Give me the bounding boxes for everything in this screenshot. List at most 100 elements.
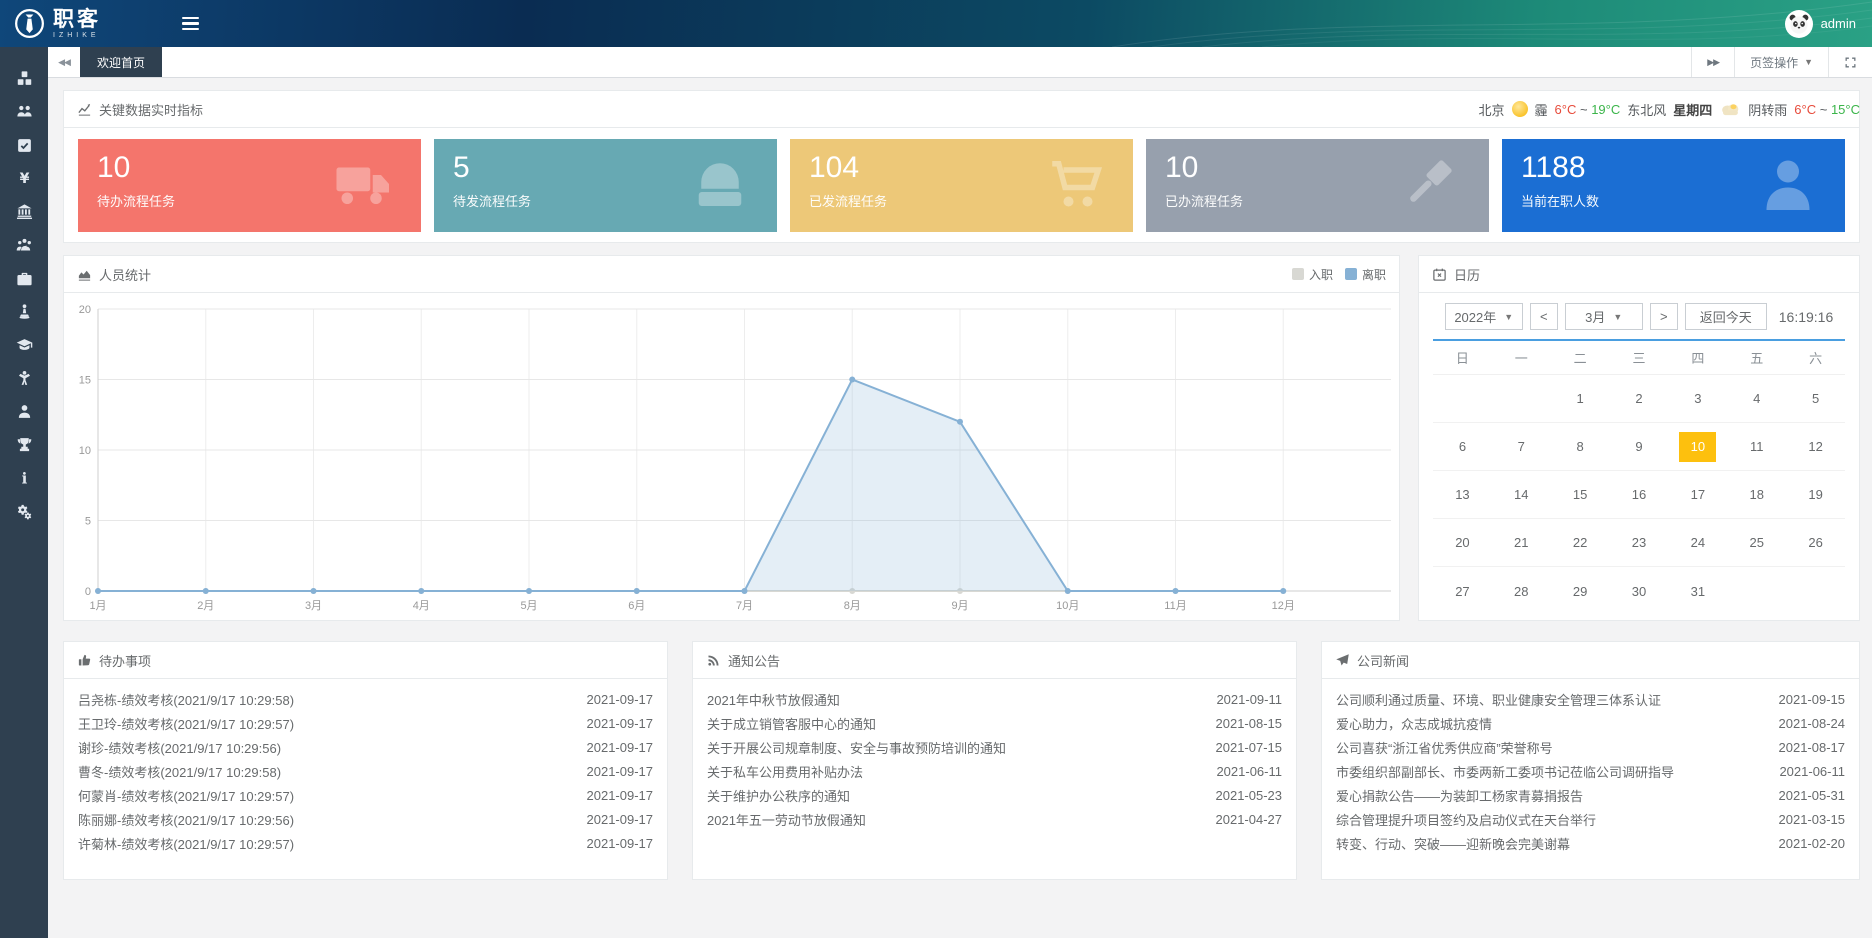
calendar-date-cell[interactable]: 30 [1610,567,1669,615]
tab-operations-dropdown[interactable]: 页签操作 ▼ [1734,47,1828,77]
briefcase-icon[interactable] [0,262,48,295]
list-item[interactable]: 曹冬-绩效考核(2021/9/17 10:29:58)2021-09-17 [78,759,653,783]
fullscreen-button[interactable] [1828,47,1872,77]
tabs-scroll-left-button[interactable]: ◀◀ [48,47,80,77]
list-item[interactable]: 关于开展公司规章制度、安全与事故预防培训的通知2021-07-15 [707,735,1282,759]
list-item[interactable]: 关于维护办公秩序的通知2021-05-23 [707,783,1282,807]
calendar-back-today-button[interactable]: 返回今天 [1685,303,1767,330]
calendar-date-cell[interactable]: 18 [1727,471,1786,518]
list-item[interactable]: 市委组织部副部长、市委两新工委项书记莅临公司调研指导2021-06-11 [1336,759,1845,783]
calendar-date-cell[interactable]: 3 [1668,375,1727,422]
list-item[interactable]: 吕尧栋-绩效考核(2021/9/17 10:29:58)2021-09-17 [78,687,653,711]
tabs-scroll-right-button[interactable]: ▶▶ [1691,47,1734,77]
list-item[interactable]: 转变、行动、突破——迎新晚会完美谢幕2021-02-20 [1336,831,1845,855]
calendar-date-cell[interactable]: 29 [1551,567,1610,615]
calendar-date-cell[interactable]: 25 [1727,519,1786,566]
stat-card-2[interactable]: 104已发流程任务 [790,139,1133,232]
list-item-date: 2021-06-11 [1216,764,1282,779]
calendar-date-cell[interactable]: 27 [1433,567,1492,615]
list-item[interactable]: 公司喜获“浙江省优秀供应商”荣誉称号2021-08-17 [1336,735,1845,759]
calendar-date-cell[interactable]: 23 [1610,519,1669,566]
calendar-today-highlight[interactable]: 10 [1679,432,1716,462]
calendar-date-cell[interactable]: 19 [1786,471,1845,518]
graduation-cap-icon[interactable] [0,328,48,361]
calendar-empty-cell [1786,567,1845,615]
list-item[interactable]: 公司顺利通过质量、环境、职业健康安全管理三体系认证2021-09-15 [1336,687,1845,711]
check-square-icon[interactable] [0,129,48,162]
calendar-date-cell[interactable]: 1 [1551,375,1610,422]
trophy-icon[interactable] [0,428,48,461]
calendar-date-cell[interactable]: 14 [1492,471,1551,518]
calendar-date-cell[interactable]: 10 [1668,423,1727,470]
list-item[interactable]: 综合管理提升项目签约及启动仪式在天台举行2021-03-15 [1336,807,1845,831]
calendar-month-select[interactable]: 3月▼ [1565,303,1643,330]
svg-text:0: 0 [85,586,91,598]
list-item[interactable]: 陈丽娜-绩效考核(2021/9/17 10:29:56)2021-09-17 [78,807,653,831]
user-menu[interactable]: admin [1785,10,1856,38]
calendar-prev-month-button[interactable]: < [1530,303,1558,330]
weather-sep-1: ~ [1580,102,1588,117]
child-icon[interactable] [0,362,48,395]
calendar-date-cell[interactable]: 8 [1551,423,1610,470]
stat-card-1[interactable]: 5待发流程任务 [434,139,777,232]
calendar-date-cell[interactable]: 4 [1727,375,1786,422]
yen-icon[interactable]: ¥ [0,162,48,195]
calendar-date-cell[interactable]: 15 [1551,471,1610,518]
calendar-date-cell[interactable]: 20 [1433,519,1492,566]
list-item[interactable]: 何蒙肖-绩效考核(2021/9/17 10:29:57)2021-09-17 [78,783,653,807]
cubes-icon[interactable] [0,62,48,95]
calendar-date-cell[interactable]: 26 [1786,519,1845,566]
calendar-date-cell[interactable]: 22 [1551,519,1610,566]
calendar-date-cell[interactable]: 31 [1668,567,1727,615]
podium-icon[interactable] [0,295,48,328]
legend-item[interactable]: 入职 [1292,266,1333,283]
stat-card-3[interactable]: 10已办流程任务 [1146,139,1489,232]
calendar-date-cell[interactable]: 17 [1668,471,1727,518]
legend-item[interactable]: 离职 [1345,266,1386,283]
bank-icon[interactable] [0,195,48,228]
list-item[interactable]: 2021年中秋节放假通知2021-09-11 [707,687,1282,711]
info-icon[interactable]: i [0,462,48,495]
list-item[interactable]: 谢珍-绩效考核(2021/9/17 10:29:56)2021-09-17 [78,735,653,759]
calendar-date-cell[interactable]: 6 [1433,423,1492,470]
user-icon[interactable] [0,395,48,428]
sidebar-toggle-button[interactable] [182,17,199,31]
list-item[interactable]: 许菊林-绩效考核(2021/9/17 10:29:57)2021-09-17 [78,831,653,855]
hdd-icon [690,155,750,215]
calendar-date-cell[interactable]: 7 [1492,423,1551,470]
team-icon[interactable] [0,95,48,128]
list-item[interactable]: 爱心助力，众志成城抗疫情2021-08-24 [1336,711,1845,735]
legend-label: 入职 [1309,266,1333,283]
list-item[interactable]: 2021年五一劳动节放假通知2021-04-27 [707,807,1282,831]
calendar-date-cell[interactable]: 9 [1610,423,1669,470]
calendar-date-cell[interactable]: 2 [1610,375,1669,422]
group-icon[interactable] [0,228,48,261]
calendar-next-month-button[interactable]: > [1650,303,1678,330]
stat-card-0[interactable]: 10待办流程任务 [78,139,421,232]
list-item-text: 市委组织部副部长、市委两新工委项书记莅临公司调研指导 [1336,762,1674,781]
calendar-date-cell[interactable]: 16 [1610,471,1669,518]
panda-avatar-icon [1787,12,1811,36]
calendar-date-cell[interactable]: 12 [1786,423,1845,470]
logo-text: 职客 [53,9,101,30]
list-item[interactable]: 爱心捐款公告——为装卸工杨家青募捐报告2021-05-31 [1336,783,1845,807]
news-panel: 公司新闻 公司顺利通过质量、环境、职业健康安全管理三体系认证2021-09-15… [1321,641,1860,880]
list-item[interactable]: 关于成立销管客服中心的通知2021-08-15 [707,711,1282,735]
calendar-date-cell[interactable]: 21 [1492,519,1551,566]
list-item-date: 2021-09-11 [1216,692,1282,707]
list-item-date: 2021-05-31 [1779,788,1846,803]
tab-home[interactable]: 欢迎首页 [80,47,162,77]
calendar-year-select[interactable]: 2022年▼ [1445,303,1523,330]
gears-icon[interactable] [0,495,48,528]
metrics-panel: 关键数据实时指标 北京 霾 6°C ~ 19°C 东北风 星期四 阴转雨 6°C… [63,90,1860,243]
calendar-date-cell[interactable]: 28 [1492,567,1551,615]
list-item[interactable]: 关于私车公用费用补贴办法2021-06-11 [707,759,1282,783]
calendar-date-cell[interactable]: 13 [1433,471,1492,518]
calendar-date-cell[interactable]: 5 [1786,375,1845,422]
svg-text:6月: 6月 [628,600,645,612]
list-item[interactable]: 王卫玲-绩效考核(2021/9/17 10:29:57)2021-09-17 [78,711,653,735]
user-avatar[interactable] [1785,10,1813,38]
calendar-date-cell[interactable]: 24 [1668,519,1727,566]
calendar-date-cell[interactable]: 11 [1727,423,1786,470]
stat-card-4[interactable]: 1188当前在职人数 [1502,139,1845,232]
